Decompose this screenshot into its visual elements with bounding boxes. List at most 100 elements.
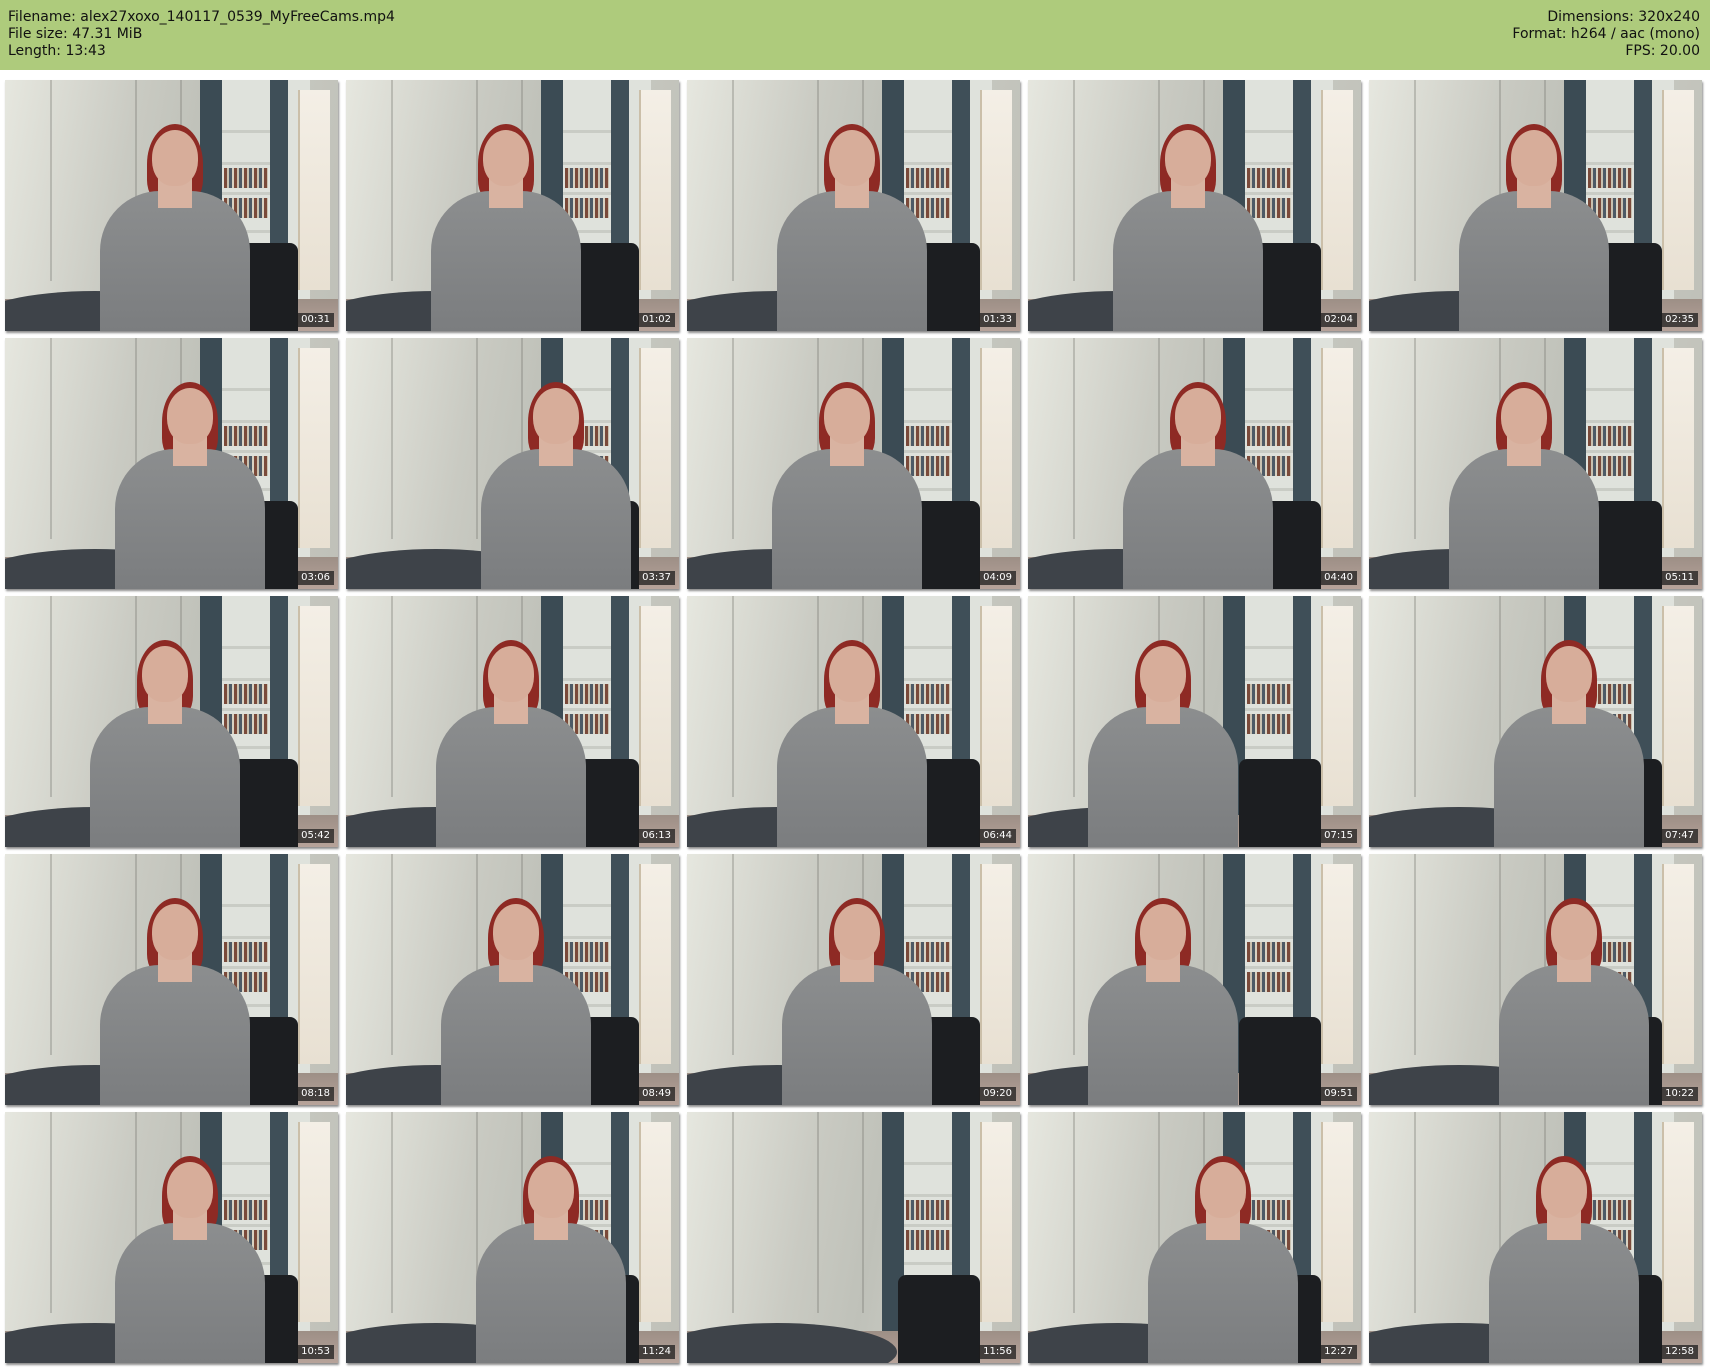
shelf bbox=[1586, 388, 1634, 391]
doorway bbox=[298, 90, 330, 290]
books bbox=[1247, 684, 1291, 704]
thumbnail-frame[interactable]: 03:37 bbox=[346, 338, 679, 589]
thumbnail-frame[interactable]: 02:35 bbox=[1369, 80, 1702, 331]
shelf bbox=[1245, 936, 1293, 939]
shelf bbox=[563, 130, 611, 133]
thumbnail-frame[interactable]: 12:27 bbox=[1028, 1112, 1361, 1363]
shelf bbox=[222, 450, 270, 453]
dimensions-text: Dimensions: 320x240 bbox=[1547, 9, 1700, 25]
thumbnail-frame[interactable]: 04:40 bbox=[1028, 338, 1361, 589]
closet-door-seam bbox=[1414, 1112, 1416, 1313]
person-body bbox=[1113, 191, 1263, 331]
closet-door-seam bbox=[50, 854, 52, 1055]
thumbnail-frame[interactable]: 07:47 bbox=[1369, 596, 1702, 847]
shelf bbox=[1586, 192, 1634, 195]
books bbox=[1247, 198, 1291, 218]
shelf bbox=[904, 450, 952, 453]
person-body bbox=[1499, 965, 1649, 1105]
closet-door-seam bbox=[50, 338, 52, 539]
doorway bbox=[298, 348, 330, 548]
shelf bbox=[1245, 192, 1293, 195]
person-body bbox=[782, 965, 932, 1105]
books bbox=[224, 1200, 268, 1220]
shelf bbox=[1245, 708, 1293, 711]
closet-door-seam bbox=[732, 1112, 734, 1313]
shelf bbox=[222, 192, 270, 195]
books bbox=[224, 426, 268, 446]
thumbnail-frame[interactable]: 03:06 bbox=[5, 338, 338, 589]
timestamp-label: 10:53 bbox=[297, 1345, 334, 1359]
timestamp-label: 02:04 bbox=[1320, 313, 1357, 327]
doorway bbox=[980, 1122, 1012, 1322]
thumbnail-frame[interactable]: 05:11 bbox=[1369, 338, 1702, 589]
thumbnail-frame[interactable]: 05:42 bbox=[5, 596, 338, 847]
thumbnail-frame[interactable]: 01:33 bbox=[687, 80, 1020, 331]
closet-door-seam bbox=[391, 338, 393, 539]
person-head bbox=[1511, 130, 1557, 186]
person-body bbox=[1494, 707, 1644, 847]
books bbox=[906, 942, 950, 962]
shelf bbox=[222, 678, 270, 681]
thumbnail-frame[interactable]: 08:18 bbox=[5, 854, 338, 1105]
thumbnail-frame[interactable]: 11:56 bbox=[687, 1112, 1020, 1363]
timestamp-label: 06:44 bbox=[979, 829, 1016, 843]
closet-door-seam bbox=[50, 1112, 52, 1313]
shelf bbox=[1586, 904, 1634, 907]
shelf bbox=[1586, 1194, 1634, 1197]
books bbox=[565, 942, 609, 962]
thumbnail-frame[interactable]: 07:15 bbox=[1028, 596, 1361, 847]
doorway bbox=[980, 864, 1012, 1064]
shelf bbox=[222, 388, 270, 391]
shelf bbox=[1245, 388, 1293, 391]
shelf bbox=[563, 162, 611, 165]
thumbnail-frame[interactable]: 06:13 bbox=[346, 596, 679, 847]
thumbnail-frame[interactable]: 01:02 bbox=[346, 80, 679, 331]
closet-door-seam bbox=[391, 596, 393, 797]
thumbnail-frame[interactable]: 10:53 bbox=[5, 1112, 338, 1363]
shelf bbox=[563, 678, 611, 681]
shelf bbox=[563, 192, 611, 195]
shelf bbox=[904, 646, 952, 649]
timestamp-label: 08:49 bbox=[638, 1087, 675, 1101]
books bbox=[565, 684, 609, 704]
books bbox=[1247, 168, 1291, 188]
thumbnail-frame[interactable]: 11:24 bbox=[346, 1112, 679, 1363]
timestamp-label: 12:58 bbox=[1661, 1345, 1698, 1359]
closet-door-seam bbox=[1073, 854, 1075, 1055]
books bbox=[1588, 168, 1632, 188]
thumbnail-frame[interactable]: 02:04 bbox=[1028, 80, 1361, 331]
shelf bbox=[222, 162, 270, 165]
timestamp-label: 01:33 bbox=[979, 313, 1016, 327]
person-body bbox=[1123, 449, 1273, 589]
thumbnail-frame[interactable]: 09:51 bbox=[1028, 854, 1361, 1105]
person-head bbox=[1501, 388, 1547, 444]
shelf bbox=[904, 388, 952, 391]
timestamp-label: 00:31 bbox=[297, 313, 334, 327]
person-body bbox=[1459, 191, 1609, 331]
shelf bbox=[904, 162, 952, 165]
doorway bbox=[1321, 606, 1353, 806]
shelf bbox=[904, 1262, 952, 1265]
doorway bbox=[639, 606, 671, 806]
shelf bbox=[904, 708, 952, 711]
books bbox=[906, 684, 950, 704]
shelf bbox=[563, 904, 611, 907]
shelf bbox=[222, 420, 270, 423]
thumbnail-frame[interactable]: 12:58 bbox=[1369, 1112, 1702, 1363]
thumbnail-frame[interactable]: 08:49 bbox=[346, 854, 679, 1105]
closet-door-seam bbox=[1414, 80, 1416, 281]
timestamp-label: 05:11 bbox=[1661, 571, 1698, 585]
timestamp-label: 07:47 bbox=[1661, 829, 1698, 843]
shelf bbox=[563, 646, 611, 649]
doorway bbox=[980, 606, 1012, 806]
closet-door-seam bbox=[732, 80, 734, 281]
thumbnail-frame[interactable]: 09:20 bbox=[687, 854, 1020, 1105]
thumbnail-frame[interactable]: 06:44 bbox=[687, 596, 1020, 847]
shelf bbox=[1245, 1194, 1293, 1197]
thumbnail-frame[interactable]: 00:31 bbox=[5, 80, 338, 331]
closet-door-seam bbox=[1414, 854, 1416, 1055]
shelf bbox=[904, 1162, 952, 1165]
thumbnail-frame[interactable]: 04:09 bbox=[687, 338, 1020, 589]
person-body bbox=[1088, 965, 1238, 1105]
thumbnail-frame[interactable]: 10:22 bbox=[1369, 854, 1702, 1105]
